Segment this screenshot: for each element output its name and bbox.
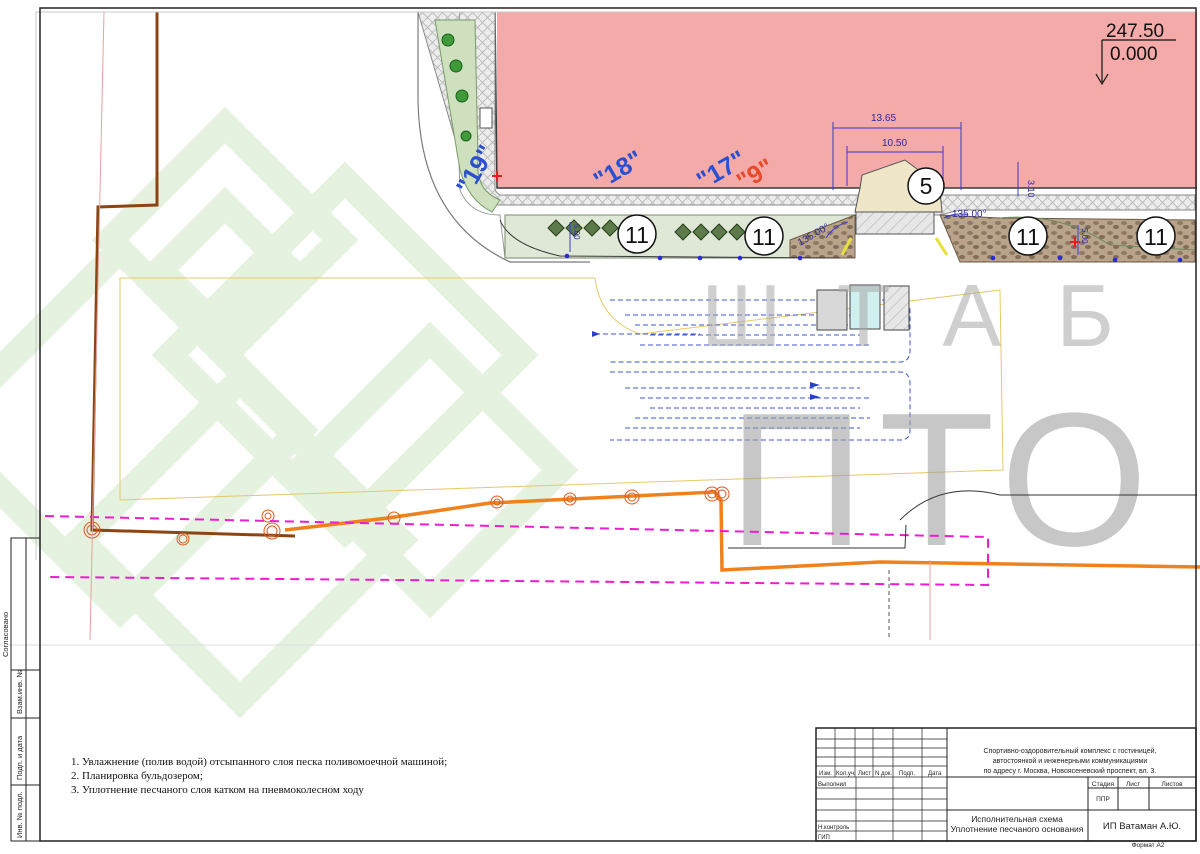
side-stamp-replaced: Взам.инв. № xyxy=(15,670,24,714)
svg-text:Выполнил: Выполнил xyxy=(818,782,847,788)
svg-text:Лист: Лист xyxy=(858,771,871,777)
svg-text:Изм.: Изм. xyxy=(819,771,832,777)
svg-text:Исполнительная схема: Исполнительная схема xyxy=(971,814,1063,824)
side-stamp-signature: Подп. и дата xyxy=(15,735,24,780)
svg-text:Дата: Дата xyxy=(928,771,942,777)
project-name: Спортивно-оздоровительный комплекс с гос… xyxy=(984,747,1157,775)
company-name: ИП Ватаман А.Ю. xyxy=(1103,821,1181,832)
dim-angle-right: 135.00° xyxy=(952,209,987,220)
note-1: 1. Увлажнение (полив водой) отсыпанного … xyxy=(71,756,447,768)
svg-text:Н.контроль: Н.контроль xyxy=(818,825,849,831)
watermark-text-top: ШТАБ xyxy=(701,266,1169,365)
svg-text:N док.: N док. xyxy=(875,771,892,777)
elevation-top: 247.50 xyxy=(1106,21,1164,42)
svg-text:Стадия: Стадия xyxy=(1092,781,1115,788)
marker-11-d: 11 xyxy=(1136,216,1176,256)
stage-value: ППР xyxy=(1096,796,1110,803)
elevation-bottom: 0.000 xyxy=(1110,44,1158,65)
dim-small-a: 5.00 xyxy=(572,224,581,240)
svg-text:Уплотнение песчаного основания: Уплотнение песчаного основания xyxy=(951,824,1084,834)
svg-text:Подп.: Подп. xyxy=(899,771,915,777)
dim-3-10: 3.10 xyxy=(1026,180,1036,198)
svg-text:11: 11 xyxy=(1144,224,1168,250)
marker-5-label: 5 xyxy=(920,173,933,199)
svg-text:Кол.уч.: Кол.уч. xyxy=(836,771,856,777)
watermark-text-bottom: ПТО xyxy=(728,374,1162,586)
svg-text:11: 11 xyxy=(1016,224,1040,250)
note-3: 3. Уплотнение песчаного слоя катком на п… xyxy=(71,784,364,796)
drawing-sheet: 13.65 10.50 3.10 135.00° 135.00° 5.00 5.… xyxy=(0,0,1200,849)
svg-text:11: 11 xyxy=(752,224,776,250)
dim-small-b: 5.00 xyxy=(1080,228,1089,244)
svg-text:Лист: Лист xyxy=(1126,781,1140,788)
sheet-format: Формат А2 xyxy=(1132,842,1165,849)
svg-text:11: 11 xyxy=(625,222,649,248)
svg-text:по адресу г. Москва, Новоясене: по адресу г. Москва, Новоясеневский прос… xyxy=(984,767,1157,775)
side-stamp-agreed: Согласовано xyxy=(1,612,10,657)
title-block-headers: Изм. Кол.уч. Лист N док. Подп. Дата Выпо… xyxy=(818,771,942,841)
svg-text:Спортивно-оздоровительный комп: Спортивно-оздоровительный комплекс с гос… xyxy=(984,747,1157,755)
note-2: 2. Планировка бульдозером; xyxy=(71,770,203,782)
dim-10-50: 10.50 xyxy=(882,138,907,149)
marker-5: 5 xyxy=(907,167,945,205)
marker-11-b: 11 xyxy=(744,216,784,256)
drawing-canvas: 13.65 10.50 3.10 135.00° 135.00° 5.00 5.… xyxy=(0,7,1200,849)
marker-11-c: 11 xyxy=(1008,216,1048,256)
dim-13-65: 13.65 xyxy=(871,113,896,124)
svg-text:ГИП: ГИП xyxy=(818,835,830,841)
marker-11-a: 11 xyxy=(617,214,657,254)
entrance-steps xyxy=(855,211,935,235)
side-stamp-inventory: Инв. № подл. xyxy=(15,791,24,838)
stage-headers: Стадия Лист Листов ППР xyxy=(1092,781,1183,803)
document-title: Исполнительная схема Уплотнение песчаног… xyxy=(951,814,1084,834)
svg-text:автостоянкой и инженерными ком: автостоянкой и инженерными коммуникациям… xyxy=(993,757,1148,765)
watermark-diamond-pattern xyxy=(0,106,579,719)
svg-text:Листов: Листов xyxy=(1161,781,1183,788)
